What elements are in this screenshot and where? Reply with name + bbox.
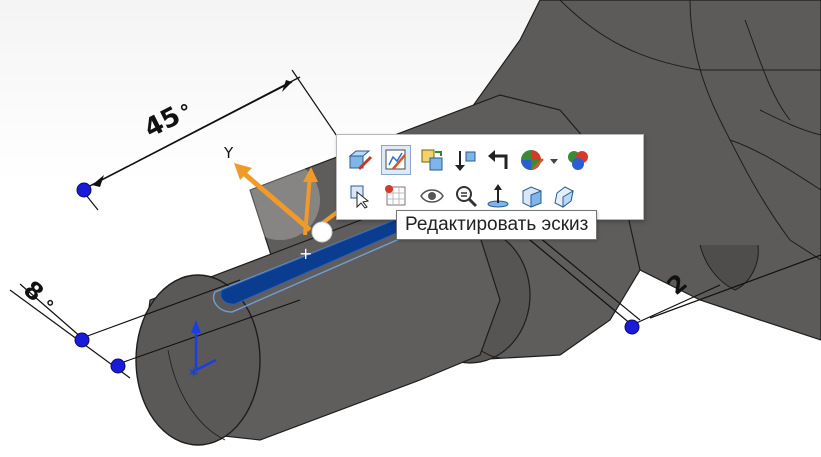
triad-y-axis-label: Y <box>223 144 234 162</box>
normal-to-button[interactable] <box>483 181 513 211</box>
eye-icon <box>420 189 444 203</box>
isolate-icon <box>554 186 574 208</box>
grid-sketch-icon <box>385 185 406 206</box>
context-toolbar <box>336 134 644 220</box>
dimension-point[interactable] <box>76 182 92 198</box>
svg-text:✶: ✶ <box>187 363 200 382</box>
isolate-button[interactable] <box>549 181 579 211</box>
sketch-on-face-button[interactable] <box>381 181 411 211</box>
section-view-button[interactable] <box>517 181 547 211</box>
replace-icon <box>421 149 443 171</box>
replace-feature-button[interactable] <box>417 145 447 175</box>
dimension-point[interactable] <box>74 332 90 348</box>
zoom-icon <box>456 186 478 208</box>
display-states-icon <box>568 151 588 170</box>
normal-to-icon <box>487 184 509 208</box>
display-states-button[interactable] <box>563 145 593 175</box>
edit-feature-button[interactable] <box>345 145 375 175</box>
rollback-button[interactable] <box>451 145 481 175</box>
chevron-down-icon <box>550 159 558 164</box>
select-other-icon <box>350 185 370 209</box>
rollback-icon <box>455 151 476 171</box>
parent-child-button[interactable] <box>483 145 513 175</box>
select-other-button[interactable] <box>345 181 375 211</box>
back-arrow-icon <box>488 150 508 169</box>
tooltip: Редактировать эскиз <box>396 210 598 240</box>
sketch-origin-icon: + <box>299 244 312 263</box>
dimension-point[interactable] <box>624 319 640 335</box>
section-view-icon <box>522 186 542 208</box>
edit-sketch-icon <box>385 149 406 170</box>
hide-show-button[interactable] <box>417 181 447 211</box>
edit-feature-icon <box>348 150 373 171</box>
appearance-dropdown-button[interactable] <box>547 145 561 175</box>
dimension-point[interactable] <box>110 358 126 374</box>
zoom-to-selection-button[interactable] <box>451 181 481 211</box>
appearance-button[interactable] <box>517 145 547 175</box>
appearance-icon <box>521 150 544 170</box>
edit-sketch-button[interactable] <box>381 145 411 175</box>
